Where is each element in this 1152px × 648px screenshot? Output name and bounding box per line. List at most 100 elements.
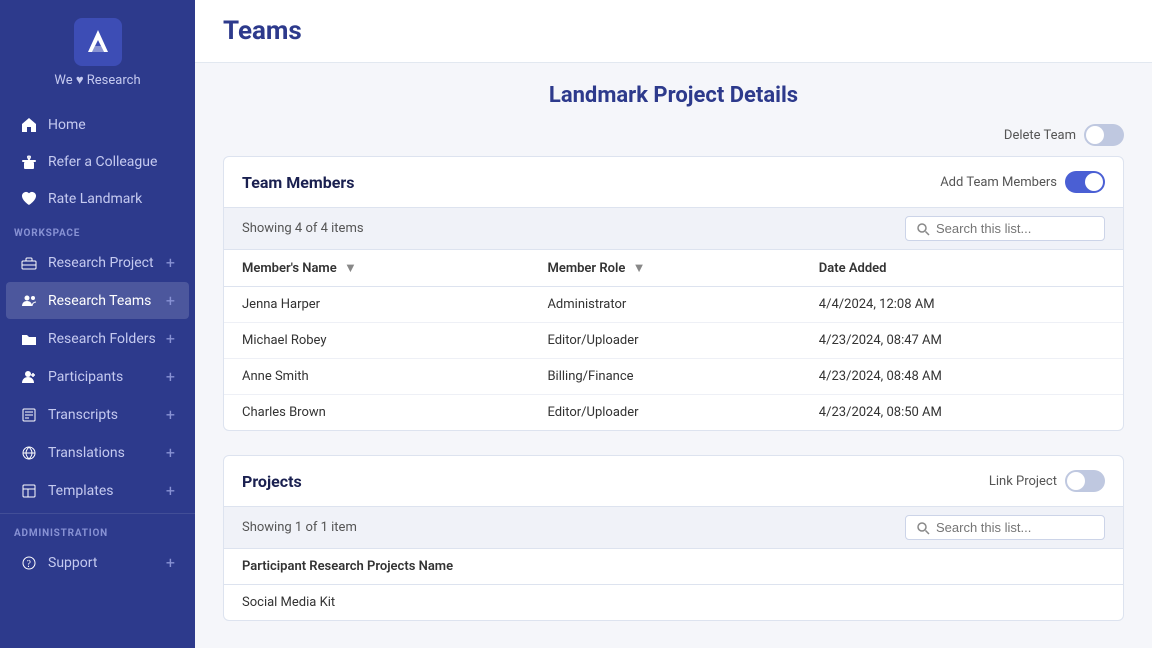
col-date-added[interactable]: Date Added xyxy=(801,250,1123,287)
heart-icon xyxy=(20,190,38,208)
sidebar-label-refer: Refer a Colleague xyxy=(48,154,175,170)
table-row[interactable]: Jenna Harper Administrator 4/4/2024, 12:… xyxy=(224,287,1123,323)
member-role-sort-icon: ▼ xyxy=(633,261,646,276)
sidebar-item-transcripts[interactable]: Transcripts + xyxy=(6,396,189,433)
team-members-header: Team Members Add Team Members xyxy=(224,157,1123,207)
sidebar-label-research-teams: Research Teams xyxy=(48,293,156,309)
table-row[interactable]: Charles Brown Editor/Uploader 4/23/2024,… xyxy=(224,395,1123,431)
research-project-plus-icon[interactable]: + xyxy=(166,253,175,272)
member-name-sort-icon: ▼ xyxy=(344,261,357,276)
members-search-box[interactable] xyxy=(905,216,1105,241)
projects-search-icon xyxy=(916,521,930,535)
sidebar: We ♥ Research Home Refer a Colleague Rat… xyxy=(0,0,195,648)
add-team-members-toggle[interactable] xyxy=(1065,171,1105,193)
sidebar-item-participants[interactable]: Participants + xyxy=(6,358,189,395)
logo-svg xyxy=(82,26,114,58)
users-icon xyxy=(20,292,38,310)
project-name-cell: Social Media Kit xyxy=(224,585,1123,621)
table-row[interactable]: Michael Robey Editor/Uploader 4/23/2024,… xyxy=(224,323,1123,359)
projects-table-body: Social Media Kit xyxy=(224,585,1123,621)
sidebar-item-research-project[interactable]: Research Project + xyxy=(6,244,189,281)
admin-section-label: ADMINISTRATION xyxy=(0,513,195,543)
delete-team-toggle[interactable] xyxy=(1084,124,1124,146)
svg-text:?: ? xyxy=(27,559,32,570)
projects-card: Projects Link Project Showing 1 of 1 ite… xyxy=(223,455,1124,621)
projects-table: Participant Research Projects Name Socia… xyxy=(224,549,1123,620)
sidebar-item-support[interactable]: ? Support + xyxy=(6,544,189,581)
projects-count-label: Showing 1 of 1 item xyxy=(242,520,357,535)
sidebar-label-participants: Participants xyxy=(48,369,156,385)
members-search-input[interactable] xyxy=(936,221,1094,236)
member-name-cell: Anne Smith xyxy=(224,359,529,395)
members-table-toolbar: Showing 4 of 4 items xyxy=(224,207,1123,250)
briefcase-icon xyxy=(20,254,38,272)
member-role-cell: Editor/Uploader xyxy=(529,395,800,431)
workspace-section-label: WORKSPACE xyxy=(0,218,195,243)
projects-table-head: Participant Research Projects Name xyxy=(224,549,1123,585)
sidebar-nav: Home Refer a Colleague Rate Landmark WOR… xyxy=(0,98,195,648)
translations-plus-icon[interactable]: + xyxy=(166,443,175,462)
projects-search-input[interactable] xyxy=(936,520,1094,535)
sidebar-item-research-folders[interactable]: Research Folders + xyxy=(6,320,189,357)
home-icon xyxy=(20,116,38,134)
table-row[interactable]: Social Media Kit xyxy=(224,585,1123,621)
member-date-cell: 4/23/2024, 08:48 AM xyxy=(801,359,1123,395)
projects-search-box[interactable] xyxy=(905,515,1105,540)
logo-area: We ♥ Research xyxy=(0,0,195,98)
projects-header: Projects Link Project xyxy=(224,456,1123,506)
page-title: Teams xyxy=(223,16,1124,46)
sidebar-label-transcripts: Transcripts xyxy=(48,407,156,423)
question-icon: ? xyxy=(20,554,38,572)
sidebar-label-research-project: Research Project xyxy=(48,255,156,271)
gift-icon xyxy=(20,153,38,171)
support-plus-icon[interactable]: + xyxy=(166,553,175,572)
sidebar-label-templates: Templates xyxy=(48,483,156,499)
sidebar-label-support: Support xyxy=(48,555,156,571)
template-icon xyxy=(20,482,38,500)
participants-plus-icon[interactable]: + xyxy=(166,367,175,386)
sidebar-item-templates[interactable]: Templates + xyxy=(6,472,189,509)
sidebar-item-home[interactable]: Home xyxy=(6,107,189,143)
sidebar-label-home: Home xyxy=(48,117,175,133)
delete-team-row: Delete Team xyxy=(223,124,1124,156)
logo-tagline: We ♥ Research xyxy=(54,72,140,88)
sidebar-item-rate[interactable]: Rate Landmark xyxy=(6,181,189,217)
members-search-icon xyxy=(916,222,930,236)
folder-icon xyxy=(20,330,38,348)
link-project-toggle[interactable] xyxy=(1065,470,1105,492)
add-team-members-control: Add Team Members xyxy=(940,171,1105,193)
member-name-cell: Charles Brown xyxy=(224,395,529,431)
projects-title: Projects xyxy=(242,472,302,491)
projects-table-toolbar: Showing 1 of 1 item xyxy=(224,506,1123,549)
member-date-cell: 4/23/2024, 08:50 AM xyxy=(801,395,1123,431)
sidebar-item-translations[interactable]: Translations + xyxy=(6,434,189,471)
col-member-role[interactable]: Member Role ▼ xyxy=(529,250,800,287)
member-role-cell: Billing/Finance xyxy=(529,359,800,395)
templates-plus-icon[interactable]: + xyxy=(166,481,175,500)
member-role-cell: Editor/Uploader xyxy=(529,323,800,359)
col-project-name[interactable]: Participant Research Projects Name xyxy=(224,549,1123,585)
col-member-name[interactable]: Member's Name ▼ xyxy=(224,250,529,287)
person-plus-icon xyxy=(20,368,38,386)
main-content: Landmark Project Details Delete Team Tea… xyxy=(195,63,1152,648)
members-table-head: Member's Name ▼ Member Role ▼ Date Added xyxy=(224,250,1123,287)
member-role-cell: Administrator xyxy=(529,287,800,323)
team-members-card: Team Members Add Team Members Showing 4 … xyxy=(223,156,1124,431)
member-name-cell: Jenna Harper xyxy=(224,287,529,323)
research-teams-plus-icon[interactable]: + xyxy=(166,291,175,310)
transcripts-plus-icon[interactable]: + xyxy=(166,405,175,424)
page-header: Teams xyxy=(195,0,1152,63)
members-table-body: Jenna Harper Administrator 4/4/2024, 12:… xyxy=(224,287,1123,431)
sidebar-label-translations: Translations xyxy=(48,445,156,461)
add-team-members-label: Add Team Members xyxy=(940,175,1057,190)
main-content-area: Teams Landmark Project Details Delete Te… xyxy=(195,0,1152,648)
project-details-title: Landmark Project Details xyxy=(223,83,1124,108)
research-folders-plus-icon[interactable]: + xyxy=(166,329,175,348)
team-members-title: Team Members xyxy=(242,173,354,192)
globe-icon xyxy=(20,444,38,462)
table-row[interactable]: Anne Smith Billing/Finance 4/23/2024, 08… xyxy=(224,359,1123,395)
edit-icon xyxy=(20,406,38,424)
sidebar-item-refer[interactable]: Refer a Colleague xyxy=(6,144,189,180)
sidebar-item-research-teams[interactable]: Research Teams + xyxy=(6,282,189,319)
members-count-label: Showing 4 of 4 items xyxy=(242,221,364,236)
